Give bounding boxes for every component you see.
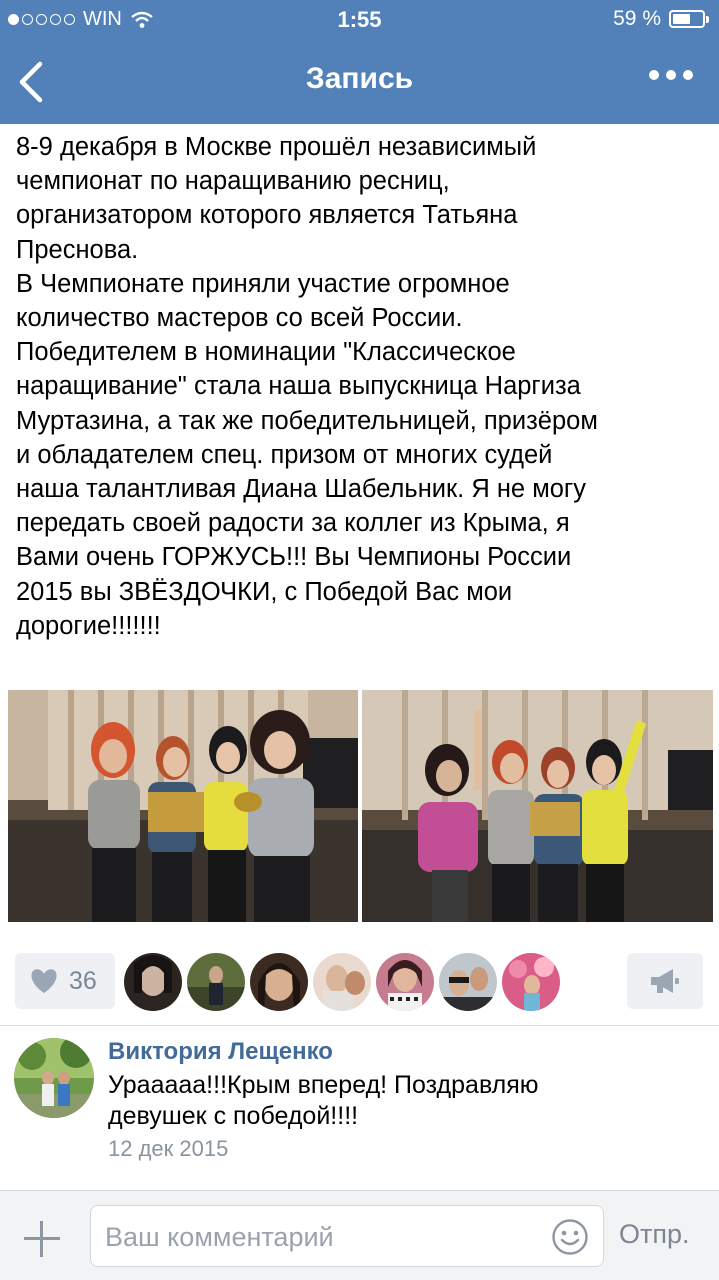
liker-avatar[interactable] <box>250 953 308 1011</box>
battery-area: 59 % <box>613 7 709 31</box>
battery-icon <box>669 10 709 28</box>
comment-composer: Отпр. <box>0 1190 719 1280</box>
smile-icon[interactable] <box>551 1218 589 1256</box>
share-button[interactable] <box>627 953 703 1009</box>
comment-author-name[interactable]: Виктория Лещенко <box>108 1038 333 1066</box>
status-time: 1:55 <box>337 7 382 32</box>
plus-icon[interactable] <box>22 1219 62 1259</box>
page-title: Запись <box>305 62 414 95</box>
ellipsis-icon[interactable] <box>649 70 693 80</box>
post-photo-1[interactable] <box>8 690 358 922</box>
comment-input-box <box>90 1205 604 1267</box>
send-button[interactable]: Отпр. <box>619 1219 690 1250</box>
post-text: 8-9 декабря в Москве прошёл независимый … <box>16 133 598 640</box>
liker-avatar[interactable] <box>313 953 371 1011</box>
like-button[interactable]: 36 <box>15 953 115 1009</box>
megaphone-icon <box>651 969 679 993</box>
top-bar: WIN 1:55 59 % Запись <box>0 0 719 124</box>
status-bar: WIN 1:55 59 % <box>0 0 719 40</box>
divider <box>0 1025 719 1026</box>
liker-avatar[interactable] <box>187 953 245 1011</box>
comment-input[interactable] <box>105 1218 535 1256</box>
battery-percent: 59 % <box>613 7 661 30</box>
heart-icon <box>31 969 57 993</box>
comment-author-avatar[interactable] <box>14 1038 94 1118</box>
liker-avatar[interactable] <box>439 953 497 1011</box>
navigation-bar: Запись <box>0 40 719 124</box>
likes-count: 36 <box>69 966 97 995</box>
liker-avatar[interactable] <box>502 953 560 1011</box>
comment-text: Урааааа!!!Крым вперед! Поздравляю девуше… <box>108 1071 539 1130</box>
post-photo-2[interactable] <box>362 690 713 922</box>
liker-avatar[interactable] <box>124 953 182 1011</box>
liker-avatar[interactable] <box>376 953 434 1011</box>
comment-date: 12 дек 2015 <box>108 1136 229 1161</box>
